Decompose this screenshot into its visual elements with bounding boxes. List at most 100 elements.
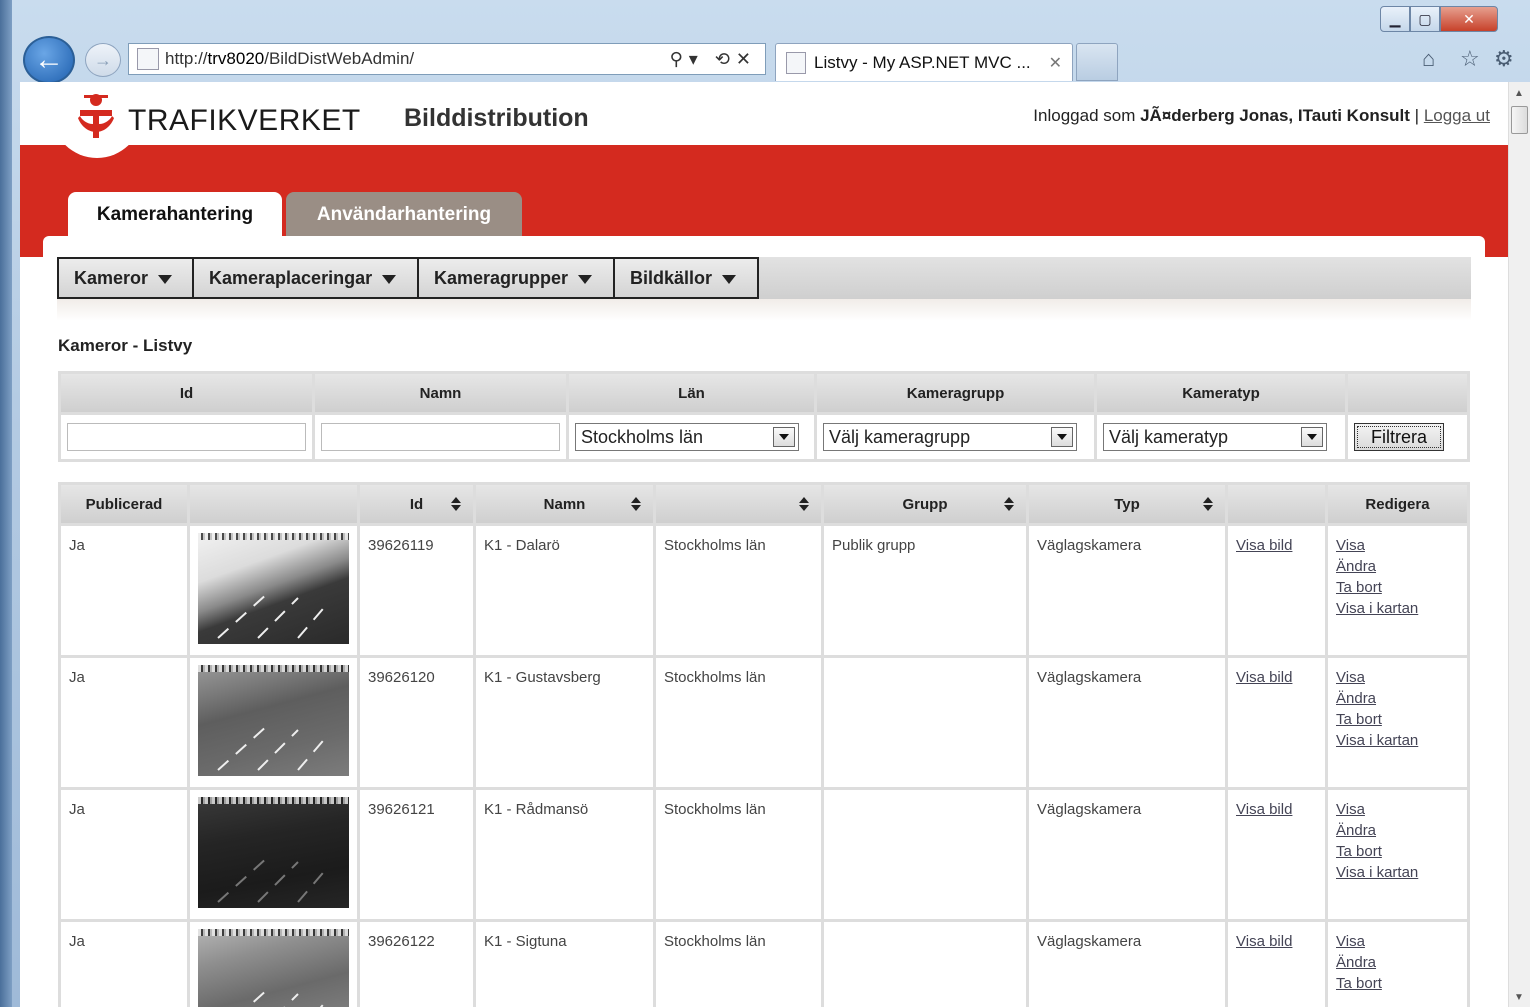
cell-thumbnail [190, 526, 357, 655]
url-text: http://trv8020/BildDistWebAdmin/ [165, 49, 415, 68]
vertical-scrollbar[interactable]: ▲ ▼ [1508, 82, 1530, 1007]
cell-publicerad: Ja [61, 790, 187, 919]
cell-visa-bild: Visa bild [1228, 526, 1325, 655]
tab-kamerahantering[interactable]: Kamerahantering [68, 192, 282, 238]
col-lan[interactable] [656, 485, 821, 523]
visa-i-kartan-link[interactable]: Visa i kartan [1336, 860, 1459, 885]
filter-header-id: Id [61, 374, 312, 412]
col-visa-bild [1228, 485, 1325, 523]
camera-thumbnail-image[interactable] [198, 533, 349, 644]
ta-bort-link[interactable]: Ta bort [1336, 971, 1459, 996]
minimize-icon[interactable]: ▁ [1380, 6, 1410, 32]
road-lines-graphic [246, 988, 329, 1007]
filter-id-cell [61, 415, 312, 459]
browser-tab[interactable]: Listvy - My ASP.NET MVC ... ✕ [775, 43, 1073, 81]
favorites-star-icon[interactable]: ☆ [1460, 46, 1480, 72]
col-publicerad[interactable]: Publicerad [61, 485, 187, 523]
filter-header-kameratyp: Kameratyp [1097, 374, 1345, 412]
login-user: JÃ¤derberg Jonas, ITauti Konsult [1140, 106, 1410, 125]
maximize-icon[interactable]: ▢ [1410, 6, 1440, 32]
lane-marking [217, 724, 269, 771]
main-content: Kameror Kameraplaceringar Kameragrupper … [43, 236, 1485, 1007]
dropdown-arrow-icon[interactable] [1301, 427, 1323, 447]
menu-kameror[interactable]: Kameror [57, 257, 194, 299]
road-lines-graphic [217, 724, 329, 771]
camera-thumbnail-image[interactable] [198, 665, 349, 776]
camera-thumbnail-image[interactable] [198, 929, 349, 1007]
tab-anvandarhantering[interactable]: Användarhantering [286, 192, 522, 238]
cell-id: 39626119 [360, 526, 473, 655]
menu-kameraplaceringar[interactable]: Kameraplaceringar [192, 257, 419, 299]
sort-icon[interactable] [1203, 497, 1213, 511]
col-typ-label: Typ [1114, 495, 1140, 513]
close-window-icon[interactable]: ✕ [1440, 6, 1498, 32]
grupp-select-value: Välj kameragrupp [829, 426, 971, 447]
col-typ[interactable]: Typ [1029, 485, 1225, 523]
filter-header-kameragrupp: Kameragrupp [817, 374, 1094, 412]
table-row: Ja 39626122 K1 - Sigtuna Stockholms län Vägl… [61, 922, 1467, 1007]
cell-typ: Väglagskamera [1029, 658, 1225, 787]
col-id[interactable]: Id [360, 485, 473, 523]
address-bar[interactable]: http://trv8020/BildDistWebAdmin/ ⚲▾ ⟲✕ [128, 43, 766, 75]
logout-link[interactable]: Logga ut [1424, 106, 1490, 125]
cell-grupp: Publik grupp [824, 526, 1026, 655]
col-namn[interactable]: Namn [476, 485, 653, 523]
scroll-down-icon[interactable]: ▼ [1514, 992, 1524, 1003]
cell-redigera: Visa Ändra Ta bort Visa i kartan [1328, 658, 1467, 787]
sort-icon[interactable] [631, 497, 641, 511]
kameragrupp-select[interactable]: Välj kameragrupp [823, 423, 1077, 451]
caret-down-icon [158, 274, 173, 284]
visa-bild-link[interactable]: Visa bild [1236, 797, 1317, 822]
col-grupp-label: Grupp [902, 495, 948, 513]
filter-id-input[interactable] [67, 423, 306, 451]
scrollbar-thumb[interactable] [1511, 106, 1528, 134]
cell-visa-bild: Visa bild [1228, 658, 1325, 787]
cell-namn: K1 - Sigtuna [476, 922, 653, 1007]
dropdown-arrow-icon[interactable] [1051, 427, 1073, 447]
cell-redigera: Visa Ändra Ta bort [1328, 922, 1467, 1007]
cell-typ: Väglagskamera [1029, 526, 1225, 655]
filter-namn-input[interactable] [321, 423, 560, 451]
back-arrow-icon[interactable]: ← [23, 36, 75, 84]
logo-text: TRAFIKVERKET [128, 104, 361, 137]
visa-bild-link[interactable]: Visa bild [1236, 665, 1317, 690]
camera-thumbnail-image[interactable] [198, 797, 349, 908]
tab-close-icon[interactable]: ✕ [1049, 53, 1062, 73]
typ-select-value: Välj kameratyp [1109, 426, 1229, 447]
sort-icon[interactable] [1004, 497, 1014, 511]
menu-shadow [57, 299, 1471, 321]
filter-header-empty [1348, 374, 1467, 412]
menu-label: Kameragrupper [434, 267, 569, 288]
visa-bild-link[interactable]: Visa bild [1236, 533, 1317, 558]
settings-gear-icon[interactable]: ⚙ [1494, 46, 1514, 72]
lane-marking [297, 866, 329, 903]
dropdown-arrow-icon[interactable] [773, 427, 795, 447]
sort-icon[interactable] [451, 497, 461, 511]
cell-thumbnail [190, 922, 357, 1007]
tab-page-icon [786, 51, 806, 74]
visa-bild-link[interactable]: Visa bild [1236, 929, 1317, 954]
login-separator: | [1409, 106, 1424, 125]
address-tools-icons[interactable]: ⚲▾ ⟲✕ [670, 49, 757, 70]
app-title: Bilddistribution [404, 104, 589, 132]
filter-lan-cell: Stockholms län [569, 415, 814, 459]
cell-lan: Stockholms län [656, 526, 821, 655]
sort-icon[interactable] [799, 497, 809, 511]
lan-select[interactable]: Stockholms län [575, 423, 799, 451]
cell-redigera: Visa Ändra Ta bort Visa i kartan [1328, 526, 1467, 655]
table-row: Ja 39626121 K1 - Rådmansö Stockholms län Väg… [61, 790, 1467, 919]
forward-arrow-icon[interactable]: → [85, 43, 121, 77]
home-icon[interactable]: ⌂ [1422, 46, 1435, 72]
filter-button[interactable]: Filtrera [1354, 423, 1444, 451]
menu-bildkallor[interactable]: Bildkällor [613, 257, 759, 299]
filter-namn-cell [315, 415, 566, 459]
visa-i-kartan-link[interactable]: Visa i kartan [1336, 596, 1459, 621]
col-grupp[interactable]: Grupp [824, 485, 1026, 523]
scroll-up-icon[interactable]: ▲ [1514, 88, 1524, 99]
lane-marking [257, 729, 299, 771]
visa-i-kartan-link[interactable]: Visa i kartan [1336, 728, 1459, 753]
menu-kameragrupper[interactable]: Kameragrupper [417, 257, 615, 299]
table-row: Ja 39626120 K1 - Gustavsberg Stockholms län… [61, 658, 1467, 787]
kameratyp-select[interactable]: Välj kameratyp [1103, 423, 1327, 451]
new-tab-button[interactable] [1076, 43, 1118, 81]
